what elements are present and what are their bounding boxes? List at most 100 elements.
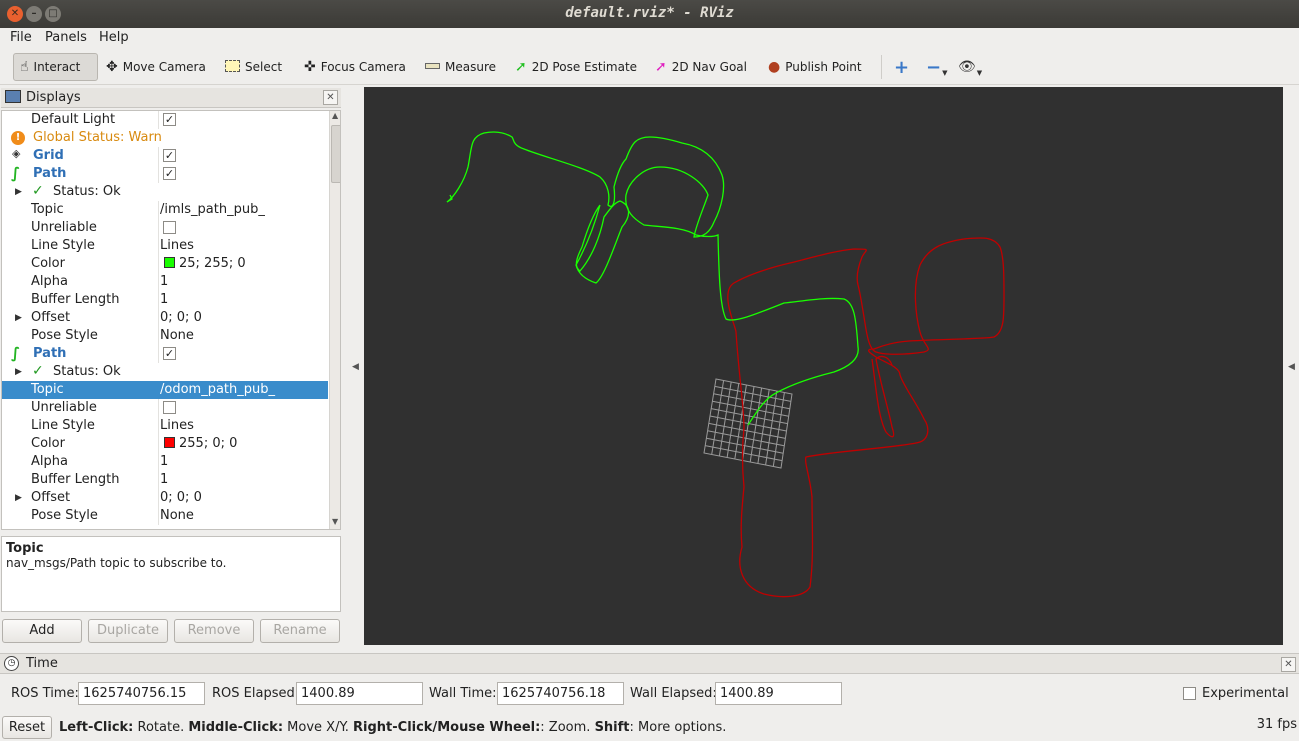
time-panel-title: Time bbox=[26, 656, 58, 671]
ros-time-label: ROS Time: bbox=[11, 686, 79, 701]
tree-row-offset[interactable]: ▶ Offset 0; 0; 0 bbox=[2, 489, 328, 507]
title-bar: ✕ – □ default.rviz* - RViz bbox=[0, 0, 1299, 28]
ros-elapsed-label: ROS Elapsed: bbox=[212, 686, 300, 701]
path-imls-checkbox[interactable]: ✓ bbox=[163, 167, 176, 180]
window-title: default.rviz* - RViz bbox=[565, 5, 734, 21]
tools-toolbar: ☝ Interact ✥ Move Camera Select ✜ Focus Cam… bbox=[0, 49, 1299, 85]
imls-path-green-start bbox=[446, 194, 453, 203]
status-bar: Reset Left-Click: Rotate. Middle-Click: … bbox=[0, 714, 1299, 741]
pose-estimate-tool-button[interactable]: ➚ 2D Pose Estimate bbox=[509, 53, 643, 81]
eye-icon: 👁 bbox=[958, 59, 976, 75]
close-displays-button[interactable]: ✕ bbox=[323, 90, 338, 105]
minus-icon: − bbox=[926, 56, 942, 78]
property-description: Topic nav_msgs/Path topic to subscribe t… bbox=[1, 536, 341, 612]
displays-tree[interactable]: Default Light ✓ ! Global Status: Warn ◈ … bbox=[1, 110, 341, 530]
add-tool-button[interactable]: + bbox=[888, 53, 915, 81]
tree-row-color[interactable]: Color 25; 255; 0 bbox=[2, 255, 328, 273]
hand-icon: ☝ bbox=[20, 59, 29, 75]
tree-row-pose-style[interactable]: Pose Style None bbox=[2, 507, 328, 525]
clock-icon: ◷ bbox=[4, 656, 19, 671]
measure-tool-button[interactable]: Measure bbox=[419, 53, 502, 81]
imls-path-green bbox=[446, 131, 859, 426]
menu-panels[interactable]: Panels bbox=[45, 30, 87, 45]
tree-row-unreliable[interactable]: Unreliable bbox=[2, 219, 328, 237]
wall-time-field[interactable]: 1625740756.18 bbox=[497, 682, 624, 705]
tree-row-alpha[interactable]: Alpha 1 bbox=[2, 453, 328, 471]
green-arrow-icon: ➚ bbox=[515, 59, 527, 75]
tree-row-unreliable[interactable]: Unreliable bbox=[2, 399, 328, 417]
tree-row-default-light[interactable]: Default Light ✓ bbox=[2, 111, 328, 129]
duplicate-button[interactable]: Duplicate bbox=[88, 619, 168, 643]
tree-row-pose-style[interactable]: Pose Style None bbox=[2, 327, 328, 345]
reset-button[interactable]: Reset bbox=[2, 716, 52, 739]
tree-row-line-style[interactable]: Line Style Lines bbox=[2, 237, 328, 255]
move-icon: ✥ bbox=[106, 59, 118, 75]
focus-icon: ✜ bbox=[304, 59, 316, 75]
select-tool-button[interactable]: Select bbox=[219, 53, 288, 81]
default-light-checkbox[interactable]: ✓ bbox=[163, 113, 176, 126]
unreliable-checkbox[interactable] bbox=[163, 401, 176, 414]
color-swatch bbox=[164, 437, 175, 448]
map-pin-icon: ● bbox=[768, 59, 781, 75]
tree-row-grid[interactable]: ◈ Grid ✓ bbox=[2, 147, 328, 165]
imls-path-green-loop bbox=[575, 200, 630, 284]
displays-panel-header: Displays ✕ bbox=[1, 88, 341, 108]
scrollbar-thumb[interactable] bbox=[331, 125, 340, 183]
odom-path-red-loop bbox=[871, 355, 895, 438]
tree-row-status-ok[interactable]: ▶ ✓ Status: Ok bbox=[2, 363, 328, 381]
collapse-right-icon[interactable]: ◀ bbox=[1288, 362, 1295, 372]
description-text: nav_msgs/Path topic to subscribe to. bbox=[6, 556, 227, 570]
interact-tool-button[interactable]: ☝ Interact bbox=[13, 53, 98, 81]
grid-mesh bbox=[703, 378, 793, 469]
displays-panel-title: Displays bbox=[26, 90, 81, 105]
tree-row-buffer-length[interactable]: Buffer Length 1 bbox=[2, 291, 328, 309]
tree-row-alpha[interactable]: Alpha 1 bbox=[2, 273, 328, 291]
render-3d-view[interactable] bbox=[364, 87, 1283, 645]
tree-row-offset[interactable]: ▶ Offset 0; 0; 0 bbox=[2, 309, 328, 327]
remove-button[interactable]: Remove bbox=[174, 619, 254, 643]
menu-help[interactable]: Help bbox=[99, 30, 129, 45]
add-button[interactable]: Add bbox=[2, 619, 82, 643]
status-hint: Left-Click: Rotate. Middle-Click: Move X… bbox=[59, 720, 727, 735]
tree-row-path-imls[interactable]: ∫ Path ✓ bbox=[2, 164, 328, 183]
description-title: Topic bbox=[6, 541, 44, 556]
nav-goal-tool-button[interactable]: ➚ 2D Nav Goal bbox=[649, 53, 753, 81]
wall-time-label: Wall Time: bbox=[429, 686, 497, 701]
scroll-down-icon[interactable]: ▼ bbox=[332, 517, 338, 526]
move-camera-tool-button[interactable]: ✥ Move Camera bbox=[100, 53, 212, 81]
scene-svg bbox=[446, 131, 1005, 598]
tree-row-status-ok[interactable]: ▶ ✓ Status: Ok bbox=[2, 183, 328, 201]
scroll-up-icon[interactable]: ▲ bbox=[332, 111, 338, 120]
tree-row-path-odom[interactable]: ∫ Path ✓ bbox=[2, 344, 328, 363]
wall-elapsed-label: Wall Elapsed: bbox=[630, 686, 717, 701]
ros-time-field[interactable]: 1625740756.15 bbox=[78, 682, 205, 705]
menu-bar: File Panels Help bbox=[0, 28, 1299, 48]
tree-row-line-style[interactable]: Line Style Lines bbox=[2, 417, 328, 435]
tree-row-color[interactable]: Color 255; 0; 0 bbox=[2, 435, 328, 453]
select-icon bbox=[225, 59, 240, 75]
wall-elapsed-field[interactable]: 1400.89 bbox=[715, 682, 842, 705]
tree-scrollbar[interactable]: ▲ ▼ bbox=[329, 111, 340, 529]
fps-readout: 31 fps bbox=[1256, 717, 1297, 732]
close-icon: ✕ bbox=[1284, 659, 1293, 670]
unreliable-checkbox[interactable] bbox=[163, 221, 176, 234]
monitor-icon bbox=[5, 90, 21, 103]
remove-tool-button[interactable]: − ▼ bbox=[920, 53, 953, 81]
publish-point-tool-button[interactable]: ● Publish Point bbox=[762, 53, 868, 81]
tree-row-buffer-length[interactable]: Buffer Length 1 bbox=[2, 471, 328, 489]
path-odom-checkbox[interactable]: ✓ bbox=[163, 347, 176, 360]
rename-button[interactable]: Rename bbox=[260, 619, 340, 643]
tree-row-topic-selected[interactable]: Topic /odom_path_pub_ bbox=[2, 381, 328, 399]
toolbar-separator bbox=[881, 55, 882, 79]
tree-row-topic[interactable]: Topic /imls_path_pub_ bbox=[2, 201, 328, 219]
menu-file[interactable]: File bbox=[10, 30, 32, 45]
focus-camera-tool-button[interactable]: ✜ Focus Camera bbox=[298, 53, 412, 81]
magenta-arrow-icon: ➚ bbox=[655, 59, 667, 75]
ros-elapsed-field[interactable]: 1400.89 bbox=[296, 682, 423, 705]
close-time-button[interactable]: ✕ bbox=[1281, 657, 1296, 672]
experimental-checkbox[interactable] bbox=[1183, 687, 1196, 700]
tree-row-global-status[interactable]: ! Global Status: Warn bbox=[2, 129, 328, 147]
grid-checkbox[interactable]: ✓ bbox=[163, 149, 176, 162]
view-options-button[interactable]: 👁 ▼ bbox=[952, 53, 988, 81]
collapse-left-icon[interactable]: ◀ bbox=[352, 362, 359, 372]
